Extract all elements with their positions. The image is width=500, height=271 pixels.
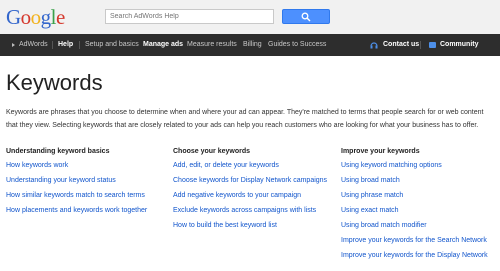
help-link[interactable]: Choose keywords for Display Network camp… bbox=[173, 176, 327, 185]
nav-item-guides[interactable]: Guides to Success bbox=[268, 40, 326, 50]
column-improve-keywords: Improve your keywords Using keyword matc… bbox=[341, 147, 488, 266]
community-icon bbox=[429, 42, 436, 48]
nav-separator bbox=[79, 41, 80, 49]
logo-letter: g bbox=[40, 5, 52, 29]
logo-letter: o bbox=[20, 5, 32, 29]
help-link[interactable]: Using phrase match bbox=[341, 191, 488, 200]
logo-letter: o bbox=[30, 5, 42, 29]
chevron-right-icon bbox=[12, 43, 15, 47]
nav-item-help[interactable]: Help bbox=[58, 40, 73, 50]
nav-item-adwords[interactable]: AdWords bbox=[19, 40, 48, 50]
headset-icon bbox=[370, 42, 378, 49]
logo-letter: e bbox=[56, 5, 65, 29]
column-choose-keywords: Choose your keywords Add, edit, or delet… bbox=[173, 147, 327, 236]
contact-us-link[interactable]: Contact us bbox=[383, 40, 419, 50]
column-keyword-basics: Understanding keyword basics How keyword… bbox=[6, 147, 147, 221]
help-link[interactable]: How to build the best keyword list bbox=[173, 221, 327, 230]
nav-bar: AdWords Help Setup and basics Manage ads… bbox=[0, 34, 500, 56]
nav-separator bbox=[52, 41, 53, 49]
help-link[interactable]: How keywords work bbox=[6, 161, 147, 170]
help-link[interactable]: Improve your keywords for the Search Net… bbox=[341, 236, 488, 245]
community-link[interactable]: Community bbox=[440, 40, 479, 50]
help-link[interactable]: Using exact match bbox=[341, 206, 488, 215]
logo-letter: G bbox=[6, 5, 21, 29]
nav-item-measure-results[interactable]: Measure results bbox=[187, 40, 237, 50]
help-link[interactable]: Using keyword matching options bbox=[341, 161, 488, 170]
page-title: Keywords bbox=[6, 70, 103, 95]
help-link[interactable]: Understanding your keyword status bbox=[6, 176, 147, 185]
nav-item-manage-ads[interactable]: Manage ads bbox=[143, 40, 183, 50]
search-button[interactable] bbox=[282, 9, 330, 24]
nav-item-setup[interactable]: Setup and basics bbox=[85, 40, 139, 50]
help-link[interactable]: Improve your keywords for the Display Ne… bbox=[341, 251, 488, 260]
search-icon bbox=[301, 12, 311, 22]
help-link[interactable]: Add, edit, or delete your keywords bbox=[173, 161, 327, 170]
column-heading: Choose your keywords bbox=[173, 148, 251, 155]
help-link[interactable]: Using broad match bbox=[341, 176, 488, 185]
google-logo[interactable]: Google bbox=[6, 6, 65, 28]
help-link[interactable]: How similar keywords match to search ter… bbox=[6, 191, 147, 200]
nav-separator bbox=[420, 41, 421, 49]
search-input[interactable] bbox=[105, 9, 274, 24]
help-link[interactable]: Add negative keywords to your campaign bbox=[173, 191, 327, 200]
page-intro: Keywords are phrases that you choose to … bbox=[6, 109, 484, 129]
help-link[interactable]: Exclude keywords across campaigns with l… bbox=[173, 206, 327, 215]
help-link[interactable]: Using broad match modifier bbox=[341, 221, 488, 230]
help-link[interactable]: How placements and keywords work togethe… bbox=[6, 206, 147, 215]
top-bar: Google bbox=[0, 0, 500, 34]
column-heading: Improve your keywords bbox=[341, 148, 420, 155]
nav-item-billing[interactable]: Billing bbox=[243, 40, 262, 50]
column-heading: Understanding keyword basics bbox=[6, 148, 110, 155]
